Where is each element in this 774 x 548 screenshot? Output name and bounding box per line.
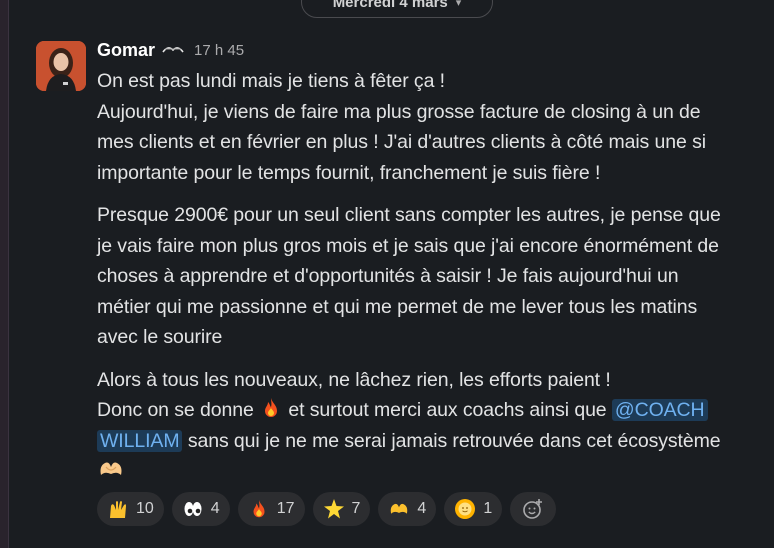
timestamp[interactable]: 17 h 45: [194, 42, 244, 59]
add-emoji-icon: [522, 498, 544, 520]
glowing-star-icon: [323, 498, 345, 520]
fire-icon: [248, 498, 270, 520]
message-header: Gomar 17 h 45: [97, 38, 244, 62]
text-line: choses à apprendre et d'opportunités à s…: [97, 265, 679, 287]
text-line: WILLIAM sans qui je ne me serai jamais r…: [97, 426, 767, 457]
reaction-count: 17: [276, 500, 295, 517]
text-line: Alors à tous les nouveaux, ne lâchez rie…: [97, 368, 611, 391]
paragraph-3: Alors à tous les nouveaux, ne lâchez rie…: [97, 365, 767, 487]
add-reaction-button[interactable]: [510, 492, 557, 526]
reaction-raised-hands[interactable]: 10: [97, 492, 164, 526]
text-line: métier qui me passionne et qui me permet…: [97, 295, 698, 318]
sender-name[interactable]: Gomar: [97, 40, 155, 61]
avatar[interactable]: [36, 41, 86, 91]
message-body: On est pas lundi mais je tiens à fêter ç…: [97, 66, 767, 487]
text-line: importante pour le temps fournit, franch…: [97, 161, 601, 184]
text-line: On est pas lundi mais je tiens à fêter ç…: [97, 70, 445, 92]
heart-hands-icon: [388, 498, 410, 520]
message: Gomar 17 h 45 On est pas lundi mais je t…: [0, 0, 774, 548]
fire-icon: [265, 398, 278, 417]
text-segment: sans qui je ne me serai jamais retrouvée…: [187, 429, 721, 452]
status-emoji-icon: [162, 47, 184, 53]
text-line: Donc on se donne et surtout merci aux co…: [97, 395, 767, 426]
reaction-fire[interactable]: 17: [237, 492, 305, 526]
sun-face-icon: [454, 498, 476, 520]
reaction-glowing-star[interactable]: 7: [312, 492, 371, 526]
raised-hands-icon: [107, 498, 129, 520]
text-segment: et surtout merci aux coachs ainsi que: [288, 399, 607, 421]
reaction-count: 1: [483, 500, 493, 517]
text-line: avec le sourire: [97, 326, 223, 348]
reactions-bar: 10 4 17 7 4 1: [97, 492, 557, 526]
reaction-count: 7: [351, 500, 361, 517]
text-segment: Donc on se donne: [97, 399, 254, 421]
reaction-heart-hands[interactable]: 4: [378, 492, 437, 526]
text-line: mes clients et en février en plus ! J'ai…: [97, 131, 706, 153]
reaction-count: 10: [136, 500, 154, 517]
reaction-eyes[interactable]: 4: [171, 492, 230, 526]
paragraph-2: Presque 2900€ pour un seul client sans c…: [97, 200, 767, 353]
text-line: [97, 456, 767, 487]
mention-link[interactable]: @COACH: [611, 399, 708, 421]
reaction-count: 4: [417, 500, 427, 517]
paragraph-1: On est pas lundi mais je tiens à fêter ç…: [97, 66, 767, 188]
eyes-icon: [182, 498, 204, 520]
text-line: Aujourd'hui, je viens de faire ma plus g…: [97, 100, 701, 123]
reaction-count: 4: [210, 500, 220, 517]
text-line: Presque 2900€ pour un seul client sans c…: [97, 204, 721, 226]
heart-hands-icon: [100, 462, 122, 475]
text-line: je vais faire mon plus gros mois et je s…: [97, 234, 719, 257]
mention-link[interactable]: WILLIAM: [97, 429, 183, 452]
reaction-sun-face[interactable]: 1: [444, 492, 503, 526]
